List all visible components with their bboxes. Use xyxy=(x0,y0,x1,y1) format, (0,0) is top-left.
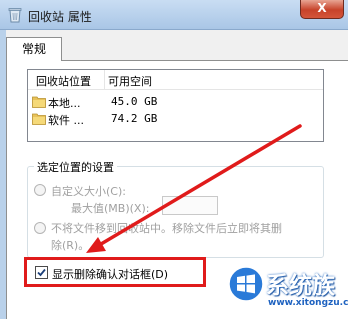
watermark-text: 系统族 xyxy=(266,273,335,299)
watermark: 系统族 www.xitongzu.com xyxy=(228,258,348,319)
tab-general[interactable]: 常规 xyxy=(6,37,62,61)
watermark-url: www.xitongzu.com xyxy=(268,298,348,308)
windows-logo-icon xyxy=(228,266,264,302)
